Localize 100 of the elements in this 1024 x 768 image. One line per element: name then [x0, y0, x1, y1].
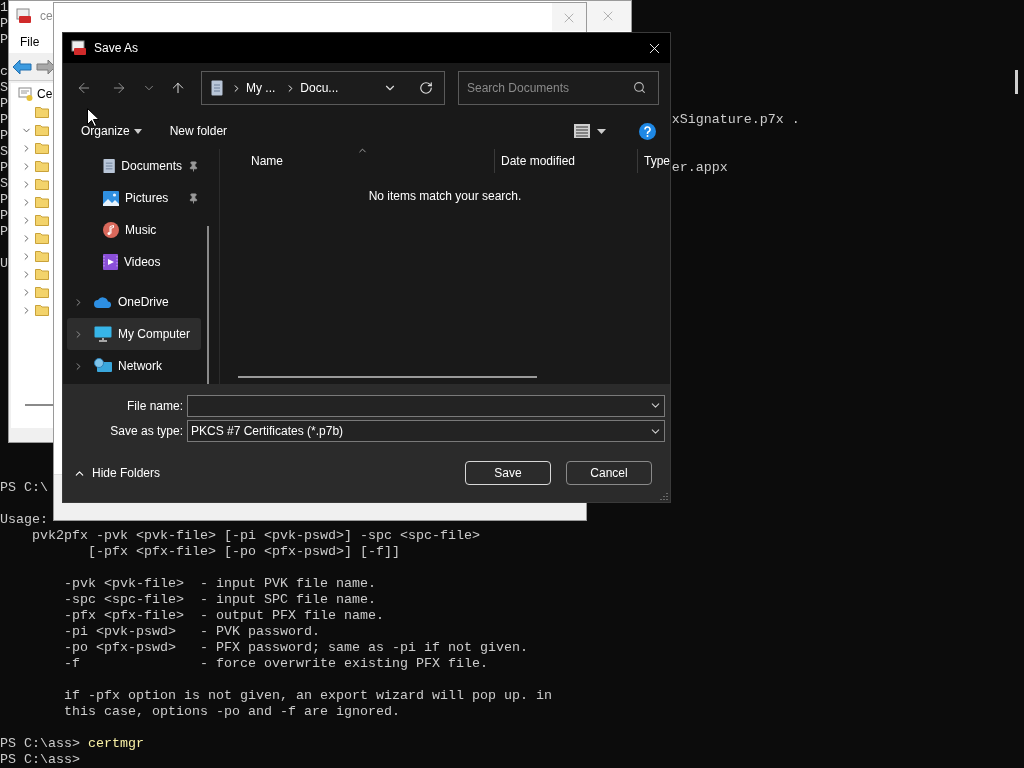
console-text: S: [0, 144, 8, 160]
search-field[interactable]: Search Documents: [458, 71, 659, 105]
folder-icon[interactable]: [35, 304, 49, 316]
pin-icon: [188, 192, 199, 204]
resize-grip-icon[interactable]: [660, 492, 668, 500]
navigation-item[interactable]: Documents: [67, 150, 201, 182]
network-icon: [94, 358, 112, 374]
hide-folders-button[interactable]: Hide Folders: [73, 466, 161, 480]
folder-icon[interactable]: [35, 106, 49, 118]
console-text: P: [0, 32, 8, 48]
console-text: if -pfx option is not given, an export wizard will pop up. in: [63, 688, 552, 704]
column-header[interactable]: Date modified: [494, 149, 637, 173]
console-text: 1: [0, 0, 8, 16]
console-text: this case, options -po and -f are ignored.: [63, 704, 400, 720]
picture-icon: [103, 190, 119, 206]
menu-item[interactable]: File: [17, 35, 43, 49]
field-label: Save as type:: [110, 424, 183, 438]
console-text: S: [0, 80, 8, 96]
console-text: pvk2pfx -pvk <pvk-file> [-pi <pvk-pswd>] -spc <spc-file>: [31, 528, 480, 544]
console-text: P: [0, 192, 8, 208]
folder-icon[interactable]: [35, 232, 49, 244]
caret-icon[interactable]: [597, 128, 606, 134]
console-text: P: [0, 160, 8, 176]
cloud-icon: [94, 296, 112, 308]
console-text: -spc <spc-file> - input SPC file name.: [63, 592, 376, 608]
empty-message: No items match your search.: [367, 189, 523, 203]
file-name-field[interactable]: [187, 395, 665, 417]
navigation-item[interactable]: Videos: [67, 246, 201, 278]
console-text: S: [0, 176, 8, 192]
certificate-icon: [18, 86, 34, 102]
navigation-item[interactable]: Pictures: [67, 182, 201, 214]
navigation-item[interactable]: Network: [67, 350, 201, 382]
console-text: -pi <pvk-pswd> - PVK password.: [63, 624, 320, 640]
address-bar[interactable]: My ... Docu...: [201, 71, 445, 105]
computer-icon: [94, 326, 112, 342]
document-icon: [211, 80, 223, 96]
video-icon: [103, 254, 118, 270]
console-text: -pfx <pfx-file> - output PFX file name.: [63, 608, 384, 624]
console-text: PS C:\: [0, 480, 48, 496]
folder-icon[interactable]: [35, 268, 49, 280]
column-header[interactable]: Type: [637, 149, 670, 173]
console-text: Usage:: [0, 512, 48, 528]
new-folder-button[interactable]: New folder: [167, 120, 230, 142]
navigation-item[interactable]: Music: [67, 214, 201, 246]
pin-icon: [188, 160, 199, 172]
cancel-button[interactable]: Cancel: [566, 461, 652, 485]
folder-icon[interactable]: [35, 178, 49, 190]
folder-icon[interactable]: [35, 286, 49, 298]
app-icon: [71, 40, 87, 56]
console-prompt: PS C:\ass>: [0, 736, 80, 752]
console-text: P: [0, 208, 8, 224]
search-icon: [633, 81, 646, 94]
folder-icon[interactable]: [35, 196, 49, 208]
console-text: U: [0, 256, 8, 272]
console-text: P: [0, 16, 8, 32]
console-text: er.appx: [671, 160, 728, 176]
forward-arrow-icon[interactable]: [36, 58, 56, 75]
folder-icon[interactable]: [35, 214, 49, 226]
console-text: P: [0, 128, 8, 144]
mouse-pointer-icon: [87, 108, 99, 127]
navigation-item[interactable]: My Computer: [67, 318, 201, 350]
close-button[interactable]: [552, 3, 586, 33]
console-text: P: [0, 224, 8, 240]
forward-arrow-icon[interactable]: [111, 80, 127, 96]
file-type-dropdown[interactable]: PKCS #7 Certificates (*.p7b): [187, 420, 665, 442]
folder-icon[interactable]: [35, 250, 49, 262]
window-title: ce: [40, 9, 53, 23]
navigation-item[interactable]: OneDrive: [67, 286, 201, 318]
tree-item[interactable]: Ce: [37, 87, 53, 101]
console-text: -f - force overwrite existing PFX file.: [63, 656, 488, 672]
console-text: -po <pfx-pswd> - PFX password; same as -pi if not given.: [63, 640, 528, 656]
folder-icon[interactable]: [35, 142, 49, 154]
music-note-icon: [103, 222, 119, 238]
console-prompt: PS C:\ass>: [0, 752, 80, 768]
help-icon[interactable]: [639, 122, 656, 140]
scrollbar-thumb[interactable]: [207, 226, 209, 384]
breadcrumb[interactable]: Docu...: [300, 81, 339, 95]
refresh-icon[interactable]: [419, 81, 433, 95]
folder-icon[interactable]: [35, 124, 49, 136]
scrollbar-thumb[interactable]: [1015, 70, 1018, 94]
column-header[interactable]: Name: [220, 149, 494, 173]
console-text: [-pfx <pfx-file> [-po <pfx-pswd>] [-f]]: [86, 544, 400, 560]
up-arrow-icon[interactable]: [170, 80, 186, 96]
scrollbar-thumb[interactable]: [238, 376, 537, 378]
back-arrow-icon[interactable]: [12, 58, 32, 75]
field-label: File name:: [126, 399, 183, 413]
app-icon: [16, 8, 32, 24]
folder-icon[interactable]: [35, 160, 49, 172]
console-text: c: [0, 64, 8, 80]
breadcrumb[interactable]: My ...: [246, 81, 276, 95]
document-icon: [103, 158, 116, 174]
caret-icon[interactable]: [133, 128, 142, 134]
organize-button[interactable]: Organize: [79, 120, 144, 142]
save-button[interactable]: Save: [465, 461, 551, 485]
console-text: P: [0, 96, 8, 112]
console-text: xSignature.p7x .: [671, 112, 800, 128]
dialog-title: Save As: [94, 41, 140, 55]
console-text: P: [0, 112, 8, 128]
list-view-icon[interactable]: [574, 124, 590, 138]
console-command: certmgr: [88, 736, 144, 752]
